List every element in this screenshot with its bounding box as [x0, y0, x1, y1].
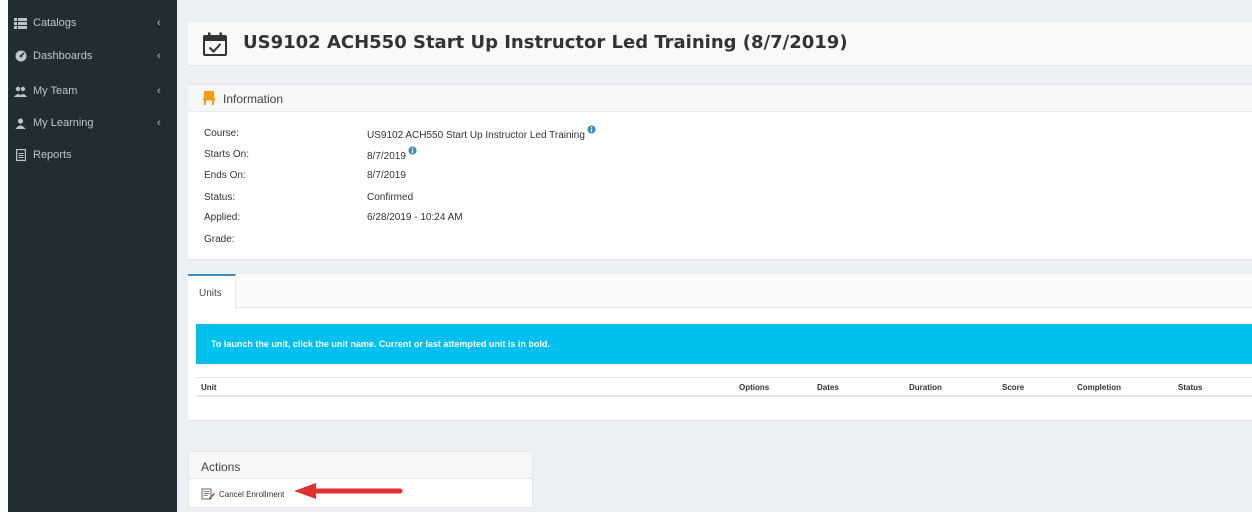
info-icon[interactable] [587, 125, 596, 134]
sidebar-item-reports[interactable]: Reports [8, 141, 177, 169]
user-icon [14, 117, 27, 129]
course-label: Course: [204, 128, 240, 139]
dashboard-icon [14, 50, 27, 62]
units-info-callout: To launch the unit, click the unit name.… [196, 324, 1252, 364]
document-edit-icon [201, 488, 215, 500]
column-header-score[interactable]: Score [1002, 383, 1024, 392]
starts-on-label: Starts On: [204, 149, 250, 160]
chevron-left-icon: ‹ [157, 85, 161, 97]
applied-value: 6/28/2019 - 10:24 AM [367, 212, 463, 223]
sidebar-item-my-team[interactable]: My Team ‹ [8, 77, 177, 105]
tab-units[interactable]: Units [188, 274, 236, 309]
status-value: Confirmed [367, 192, 414, 203]
page-header: US9102 ACH550 Start Up Instructor Led Tr… [188, 22, 1252, 66]
sidebar: Catalogs ‹ Dashboards ‹ My Team ‹ My Lea… [8, 0, 177, 512]
sidebar-item-label: Catalogs [33, 17, 77, 29]
sidebar-item-label: My Learning [33, 117, 94, 129]
sidebar-item-label: My Team [33, 85, 78, 97]
column-header-status[interactable]: Status [1178, 383, 1202, 392]
report-icon [14, 149, 27, 161]
sidebar-item-label: Reports [33, 149, 72, 161]
calendar-check-icon [202, 31, 228, 57]
page-title: US9102 ACH550 Start Up Instructor Led Tr… [243, 32, 848, 53]
ends-on-value: 8/7/2019 [367, 170, 406, 181]
units-panel: Units To launch the unit, click the unit… [188, 274, 1252, 421]
column-header-duration[interactable]: Duration [909, 383, 942, 392]
cancel-enrollment-link[interactable]: Cancel Enrollment [201, 487, 284, 501]
main-content: US9102 ACH550 Start Up Instructor Led Tr… [177, 0, 1252, 512]
sidebar-item-dashboards[interactable]: Dashboards ‹ [8, 42, 177, 70]
chevron-left-icon: ‹ [157, 17, 161, 29]
units-tab-bar: Units [188, 274, 1252, 309]
starts-on-date: 8/7/2019 [367, 151, 406, 162]
column-header-options[interactable]: Options [739, 383, 769, 392]
column-header-completion[interactable]: Completion [1077, 383, 1121, 392]
annotation-arrow [294, 483, 403, 499]
starts-on-value: 8/7/2019 [367, 146, 417, 162]
course-name: US9102 ACH550 Start Up Instructor Led Tr… [367, 130, 585, 141]
users-icon [14, 86, 27, 97]
left-edge-strip [0, 0, 8, 512]
info-icon[interactable] [408, 146, 417, 155]
grade-label: Grade: [204, 234, 235, 245]
applied-label: Applied: [204, 212, 241, 223]
chevron-left-icon: ‹ [157, 50, 161, 62]
information-header: Information [188, 85, 1252, 112]
status-label: Status: [204, 192, 236, 203]
sidebar-item-label: Dashboards [33, 50, 93, 62]
information-panel: Information Course: US9102 ACH550 Start … [188, 84, 1252, 260]
list-icon [14, 17, 27, 29]
sidebar-item-catalogs[interactable]: Catalogs ‹ [8, 9, 177, 37]
chevron-left-icon: ‹ [157, 117, 161, 129]
column-header-unit[interactable]: Unit [201, 383, 217, 392]
course-value: US9102 ACH550 Start Up Instructor Led Tr… [367, 125, 596, 141]
column-header-dates[interactable]: Dates [817, 383, 839, 392]
units-table-header: Unit Options Dates Duration Score Comple… [196, 377, 1252, 397]
chair-icon [203, 91, 215, 105]
sidebar-item-my-learning[interactable]: My Learning ‹ [8, 109, 177, 137]
information-title: Information [223, 92, 284, 106]
actions-header: Actions [189, 452, 532, 479]
cancel-enrollment-label: Cancel Enrollment [219, 489, 285, 499]
ends-on-label: Ends On: [204, 170, 246, 181]
